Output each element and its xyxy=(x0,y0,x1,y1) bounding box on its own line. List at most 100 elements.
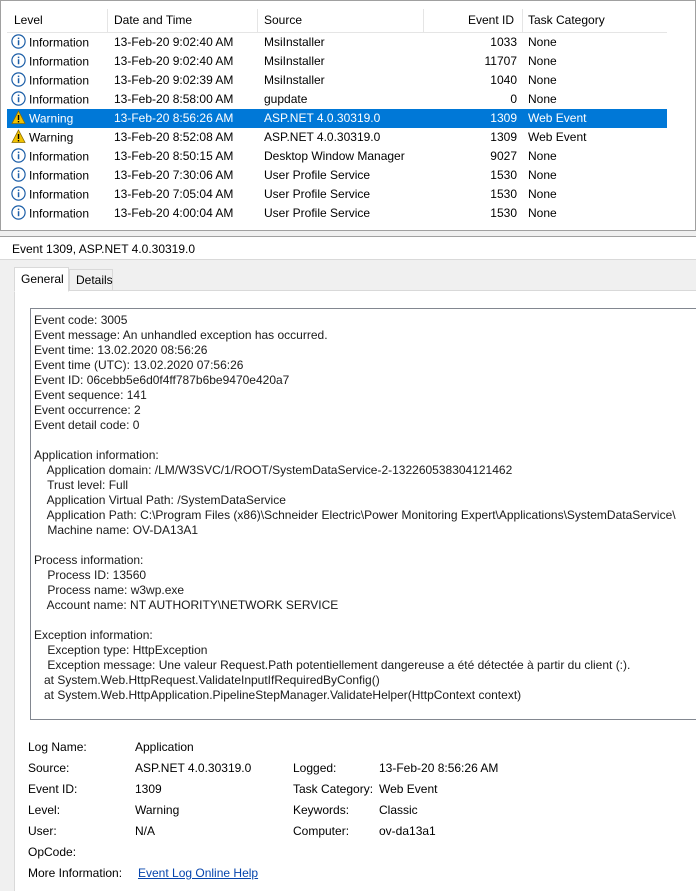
source-cell: Desktop Window Manager xyxy=(264,149,405,163)
level-text: Information xyxy=(29,73,90,88)
log-name-value: Application xyxy=(135,740,194,754)
event-row[interactable]: Information 13-Feb-20 7:30:06 AM User Prof… xyxy=(7,166,669,185)
source-cell: User Profile Service xyxy=(264,187,371,201)
message-line: Event code: 3005 xyxy=(34,313,128,327)
source-label: Source: xyxy=(28,761,70,775)
date-time-cell: 13-Feb-20 7:30:06 AM xyxy=(114,168,234,182)
message-line: Event occurrence: 2 xyxy=(34,403,141,417)
message-line: Event ID: 06cebb5e6d0f4ff787b6be9470e420… xyxy=(34,373,290,387)
source-cell: User Profile Service xyxy=(264,206,371,220)
logged-label: Logged: xyxy=(293,761,337,775)
event-list: Level Date and Time Source Event ID Task… xyxy=(0,0,696,231)
level-text: Warning xyxy=(29,111,74,126)
task-category-cell: Web Event xyxy=(528,130,587,144)
info-icon xyxy=(11,205,26,221)
date-time-cell: 13-Feb-20 7:05:04 AM xyxy=(114,187,234,201)
task-category-cell: None xyxy=(528,92,557,106)
event-detail-title: Event 1309, ASP.NET 4.0.30319.0 xyxy=(0,236,696,260)
log-name-label: Log Name: xyxy=(28,740,87,754)
message-line: Exception type: HttpException xyxy=(34,643,208,657)
message-line xyxy=(34,433,696,448)
level-text: Information xyxy=(29,168,90,183)
event-id-cell: 1530 xyxy=(490,206,517,220)
level-cell: Warning xyxy=(11,109,108,128)
event-row[interactable]: Information 13-Feb-20 9:02:40 AM MsiInstal… xyxy=(7,33,669,52)
message-line: Exception information: xyxy=(34,628,153,642)
message-line: Event time: 13.02.2020 08:56:26 xyxy=(34,343,208,357)
level-cell: Information xyxy=(11,90,108,109)
event-row[interactable]: Information 13-Feb-20 8:50:15 AM Desktop W… xyxy=(7,147,669,166)
more-information-label: More Information: xyxy=(28,866,123,880)
opcode-label: OpCode: xyxy=(28,845,77,859)
task-category-value: Web Event xyxy=(379,782,438,796)
task-category-cell: None xyxy=(528,187,557,201)
message-line: Application Virtual Path: /SystemDataSer… xyxy=(34,493,286,507)
message-line: Process ID: 13560 xyxy=(34,568,147,582)
message-line: Account name: NT AUTHORITY\NETWORK SERVI… xyxy=(34,598,339,612)
event-id-cell: 1040 xyxy=(490,73,517,87)
date-time-cell: 13-Feb-20 9:02:40 AM xyxy=(114,54,234,68)
event-row[interactable]: Information 13-Feb-20 7:05:04 AM User Prof… xyxy=(7,185,669,204)
event-id-cell: 1309 xyxy=(490,130,517,144)
event-row[interactable]: Information 13-Feb-20 9:02:39 AM MsiInstal… xyxy=(7,71,669,90)
event-log-online-help-link[interactable]: Event Log Online Help xyxy=(138,865,258,881)
list-scrollbar[interactable] xyxy=(667,1,695,230)
column-header-date-time[interactable]: Date and Time xyxy=(108,9,258,33)
keywords-value: Classic xyxy=(379,803,418,817)
task-category-label: Task Category: xyxy=(293,782,374,796)
event-id-cell: 0 xyxy=(510,92,517,106)
tab-details[interactable]: Details xyxy=(69,269,113,291)
info-icon xyxy=(11,34,26,50)
user-label: User: xyxy=(28,824,57,838)
event-message-text[interactable]: Event code: 3005 Event message: An unhand… xyxy=(30,308,696,720)
info-icon xyxy=(11,72,26,88)
message-line: Event detail code: 0 xyxy=(34,418,140,432)
task-category-cell: None xyxy=(528,73,557,87)
message-line: Event time (UTC): 13.02.2020 07:56:26 xyxy=(34,358,244,372)
source-cell: User Profile Service xyxy=(264,168,371,182)
info-icon xyxy=(11,91,26,107)
column-header-task-category[interactable]: Task Category xyxy=(523,9,669,33)
tab-general[interactable]: General xyxy=(14,267,69,292)
user-value: N/A xyxy=(135,824,156,838)
level-text: Information xyxy=(29,149,90,164)
message-line: Application domain: /LM/W3SVC/1/ROOT/Sys… xyxy=(34,463,513,477)
computer-label: Computer: xyxy=(293,824,350,838)
info-icon xyxy=(11,186,26,202)
event-row[interactable]: Information 13-Feb-20 8:58:00 AM gupdate 0 N… xyxy=(7,90,669,109)
task-category-cell: None xyxy=(528,35,557,49)
message-line: Application information: xyxy=(34,448,159,462)
level-text: Information xyxy=(29,92,90,107)
level-cell: Information xyxy=(11,33,108,52)
message-line: Machine name: OV-DA13A1 xyxy=(34,523,199,537)
warning-icon xyxy=(11,110,26,125)
source-cell: MsiInstaller xyxy=(264,35,325,49)
event-id-label: Event ID: xyxy=(28,782,78,796)
task-category-cell: None xyxy=(528,206,557,220)
event-list-header: Level Date and Time Source Event ID Task… xyxy=(7,9,669,33)
general-tab-panel: Event code: 3005 Event message: An unhand… xyxy=(14,290,696,891)
info-icon xyxy=(11,148,26,164)
source-cell: MsiInstaller xyxy=(264,73,325,87)
logged-value: 13-Feb-20 8:56:26 AM xyxy=(379,761,499,775)
event-row[interactable]: Warning 13-Feb-20 8:56:26 AM ASP.NET 4.0.3… xyxy=(7,109,669,128)
info-icon xyxy=(11,167,26,183)
level-text: Information xyxy=(29,187,90,202)
source-cell: gupdate xyxy=(264,92,308,106)
message-line: Process name: w3wp.exe xyxy=(34,583,185,597)
event-id-cell: 11707 xyxy=(484,54,517,68)
event-row[interactable]: Information 13-Feb-20 4:00:04 AM User Prof… xyxy=(7,204,669,223)
event-id-cell: 1309 xyxy=(490,111,517,125)
date-time-cell: 13-Feb-20 8:56:26 AM xyxy=(114,111,234,125)
event-row[interactable]: Warning 13-Feb-20 8:52:08 AM ASP.NET 4.0.3… xyxy=(7,128,669,147)
event-row[interactable]: Information 13-Feb-20 9:02:40 AM MsiInstal… xyxy=(7,52,669,71)
source-cell: ASP.NET 4.0.30319.0 xyxy=(264,130,381,144)
warning-icon xyxy=(11,129,26,144)
event-id-cell: 1530 xyxy=(490,187,517,201)
column-header-event-id[interactable]: Event ID xyxy=(424,9,523,33)
column-header-level[interactable]: Level xyxy=(7,9,108,33)
level-text: Information xyxy=(29,35,90,50)
column-header-source[interactable]: Source xyxy=(258,9,424,33)
computer-value: ov-da13a1 xyxy=(379,824,436,838)
level-cell: Warning xyxy=(11,128,108,147)
